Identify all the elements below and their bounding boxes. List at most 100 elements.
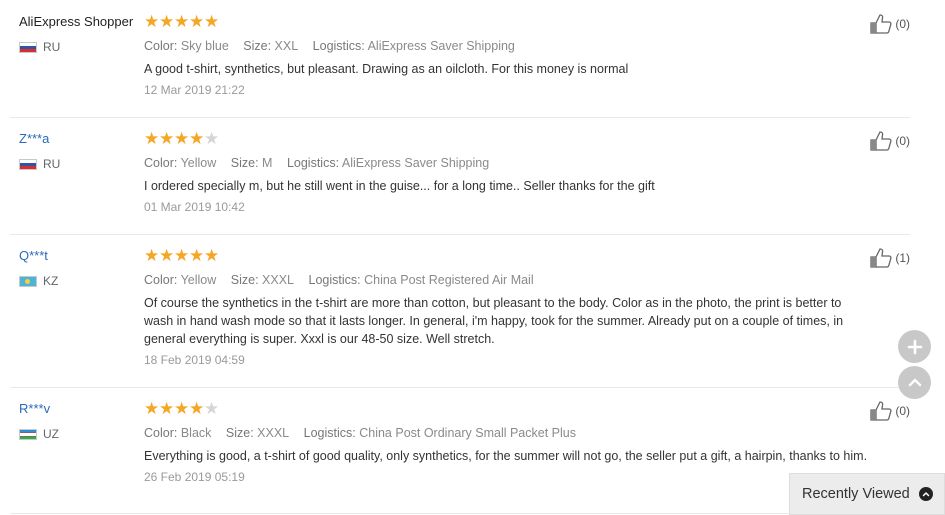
review-date: 12 Mar 2019 21:22	[144, 83, 245, 97]
thumbs-up-icon	[870, 248, 892, 268]
review-item: Q***t KZ ★ ★ ★ ★ ★ Color: Yellow Size: XXXL …	[10, 246, 910, 388]
reviewer-country: RU	[19, 40, 149, 54]
star-filled-icon: ★	[174, 129, 190, 148]
size-label: Size:	[225, 426, 254, 440]
plus-icon	[907, 339, 922, 354]
logistics-value: China Post Ordinary Small Packet Plus	[359, 426, 576, 440]
color-value: Sky blue	[180, 39, 229, 53]
thumbs-up-icon	[870, 14, 892, 34]
color-label: Color:	[144, 273, 178, 287]
logistics-label: Logistics:	[286, 156, 340, 170]
helpful-button[interactable]: (0)	[870, 14, 910, 34]
reviewer-info: Q***t KZ	[19, 248, 149, 288]
size-label: Size:	[243, 39, 272, 53]
helpful-button[interactable]: (1)	[870, 248, 910, 268]
star-filled-icon: ★	[189, 399, 205, 418]
star-filled-icon: ★	[174, 246, 190, 265]
star-rating: ★ ★ ★ ★ ★	[144, 399, 874, 418]
logistics-label: Logistics:	[303, 426, 356, 440]
logistics-label: Logistics:	[308, 273, 361, 287]
star-empty-icon: ★	[204, 129, 220, 148]
review-item: Z***a RU ★ ★ ★ ★ ★ Color: Yellow Size: M Log…	[10, 129, 910, 235]
star-filled-icon: ★	[189, 129, 205, 148]
reviewer-name: Q***t	[19, 248, 48, 263]
star-filled-icon: ★	[174, 399, 190, 418]
review-date: 26 Feb 2019 05:19	[144, 470, 245, 484]
review-body: ★ ★ ★ ★ ★ Color: Yellow Size: XXXL Logistics…	[144, 246, 874, 368]
expand-plus-button[interactable]	[898, 330, 931, 363]
size-value: XXXL	[257, 426, 290, 440]
helpful-button[interactable]: (0)	[870, 131, 910, 151]
review-text: Of course the synthetics in the t-shirt …	[144, 296, 844, 346]
logistics-value: China Post Registered Air Mail	[364, 273, 534, 287]
star-empty-icon: ★	[204, 399, 220, 418]
star-filled-icon: ★	[144, 246, 160, 265]
review-body: ★ ★ ★ ★ ★ Color: Black Size: XXXL Logistics:…	[144, 399, 874, 485]
review-meta: Color: Yellow Size: M Logistics: AliExpr…	[144, 155, 874, 171]
country-code: RU	[43, 157, 61, 171]
size-value: XXL	[274, 39, 299, 53]
country-code: RU	[43, 40, 61, 54]
review-meta: Color: Black Size: XXXL Logistics: China…	[144, 425, 874, 441]
size-label: Size:	[230, 273, 259, 287]
star-filled-icon: ★	[159, 129, 175, 148]
star-filled-icon: ★	[144, 12, 160, 31]
color-value: Black	[180, 426, 212, 440]
reviewer-info: Z***a RU	[19, 131, 149, 171]
reviewer-country: UZ	[19, 427, 149, 441]
reviewer-name: AliExpress Shopper	[19, 14, 134, 29]
reviewer-country: RU	[19, 157, 149, 171]
star-filled-icon: ★	[159, 12, 175, 31]
helpful-button[interactable]: (0)	[870, 401, 910, 421]
review-text: I ordered specially m, but he still went…	[144, 179, 655, 193]
color-value: Yellow	[180, 156, 217, 170]
star-filled-icon: ★	[144, 129, 160, 148]
country-code: UZ	[43, 427, 59, 441]
review-date: 01 Mar 2019 10:42	[144, 200, 245, 214]
like-count: (0)	[895, 134, 910, 148]
color-label: Color:	[144, 426, 178, 440]
review-meta: Color: Yellow Size: XXXL Logistics: Chin…	[144, 272, 874, 288]
reviewer-name: R***v	[19, 401, 51, 416]
back-to-top-button[interactable]	[898, 366, 931, 399]
star-filled-icon: ★	[204, 12, 220, 31]
star-filled-icon: ★	[189, 246, 205, 265]
color-value: Yellow	[180, 273, 217, 287]
star-filled-icon: ★	[144, 399, 160, 418]
review-item: AliExpress Shopper RU ★ ★ ★ ★ ★ Color: Sky b…	[10, 12, 910, 118]
review-body: ★ ★ ★ ★ ★ Color: Yellow Size: M Logistics: A…	[144, 129, 874, 215]
logistics-label: Logistics:	[312, 39, 365, 53]
star-rating: ★ ★ ★ ★ ★	[144, 246, 874, 265]
flag-uz-icon	[19, 428, 37, 440]
country-code: KZ	[43, 274, 59, 288]
review-item: R***v UZ ★ ★ ★ ★ ★ Color: Black Size: XXXL L…	[10, 399, 910, 514]
review-text: Everything is good, a t-shirt of good qu…	[144, 449, 868, 463]
thumbs-up-icon	[870, 401, 892, 421]
review-date: 18 Feb 2019 04:59	[144, 353, 245, 367]
color-label: Color:	[144, 39, 178, 53]
size-value: M	[262, 156, 273, 170]
star-rating: ★ ★ ★ ★ ★	[144, 12, 874, 31]
star-filled-icon: ★	[159, 399, 175, 418]
recently-viewed-button[interactable]: Recently Viewed	[789, 473, 945, 515]
logistics-value: AliExpress Saver Shipping	[341, 156, 490, 170]
flag-kz-icon	[19, 275, 37, 287]
star-filled-icon: ★	[174, 12, 190, 31]
like-count: (1)	[895, 251, 910, 265]
reviewer-info: R***v UZ	[19, 401, 149, 441]
review-meta: Color: Sky blue Size: XXL Logistics: Ali…	[144, 38, 874, 54]
thumbs-up-icon	[870, 131, 892, 151]
flag-ru-icon	[19, 41, 37, 53]
star-rating: ★ ★ ★ ★ ★	[144, 129, 874, 148]
size-label: Size:	[230, 156, 259, 170]
star-filled-icon: ★	[189, 12, 205, 31]
chevron-up-icon	[908, 378, 921, 386]
flag-ru-icon	[19, 158, 37, 170]
size-value: XXXL	[262, 273, 295, 287]
recently-viewed-label: Recently Viewed	[802, 486, 910, 502]
reviewer-name: Z***a	[19, 131, 50, 146]
color-label: Color:	[144, 156, 178, 170]
review-text: A good t-shirt, synthetics, but pleasant…	[144, 62, 629, 76]
logistics-value: AliExpress Saver Shipping	[367, 39, 515, 53]
review-body: ★ ★ ★ ★ ★ Color: Sky blue Size: XXL Logistic…	[144, 12, 874, 98]
